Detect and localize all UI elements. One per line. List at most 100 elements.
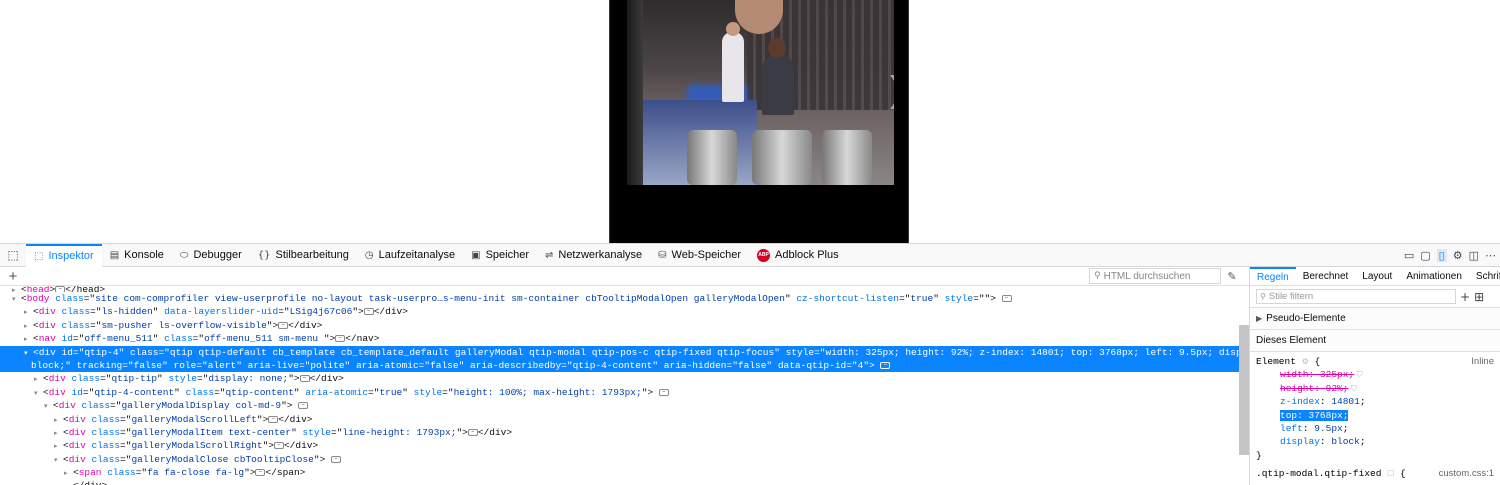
expand-toggle-icon[interactable]: ▾: [34, 387, 43, 399]
sidebar-tab-berechnet[interactable]: Berechnet: [1296, 267, 1356, 286]
markup-node-line[interactable]: ▸ <div class="qtip-tip" style="display: n…: [0, 372, 1249, 385]
markup-node-line[interactable]: ▾ <body class="site com-comprofiler view-…: [0, 292, 1249, 305]
declaration-text[interactable]: top: 3768px;: [1280, 409, 1349, 421]
rule-checkbox-icon[interactable]: ☐: [1387, 469, 1394, 478]
sidebar-tab-schriftarten[interactable]: Schriftarten: [1469, 267, 1500, 286]
collapsed-content-icon[interactable]: ⋯: [335, 335, 346, 343]
expand-toggle-icon[interactable]: ▸: [24, 333, 33, 345]
declaration-text[interactable]: z-index: 14801;: [1280, 396, 1366, 407]
gallery-next-arrow-icon[interactable]: ❯: [885, 70, 894, 110]
filter-search-icon: ⚲: [1260, 292, 1266, 301]
overridden-filter-icon[interactable]: ⛉: [1348, 384, 1357, 393]
quote: ": [293, 386, 300, 398]
tag-name: div: [48, 373, 66, 385]
collapsed-content-icon[interactable]: ⋯: [278, 321, 289, 329]
tab-label: Laufzeitanalyse: [378, 249, 456, 261]
markup-node-line-wrap[interactable]: block;" tracking="false" role="alert" ar…: [0, 358, 1249, 373]
declaration-text[interactable]: height: 92%;: [1280, 383, 1348, 394]
event-badge-icon[interactable]: ⋯: [658, 388, 669, 396]
collapsed-content-icon[interactable]: ⋯: [363, 308, 374, 316]
expand-toggle-icon[interactable]: ▸: [54, 440, 63, 452]
frame-select-icon[interactable]: ▢: [1420, 249, 1430, 262]
markup-node-line[interactable]: ▸ <div class="galleryModalScrollRight"> ⋯ <…: [0, 439, 1249, 452]
settings-gear-icon[interactable]: ⚙: [1453, 249, 1463, 262]
pseudo-elements-toggle[interactable]: ▶ Pseudo-Elemente: [1250, 308, 1500, 330]
markup-node-line[interactable]: ▸ <div class="ls-hidden" data-layerslider…: [0, 305, 1249, 318]
tab-label: Adblock Plus: [775, 249, 839, 261]
expand-toggle-icon[interactable]: ▸: [64, 467, 73, 479]
css-declaration[interactable]: left: 9.5px;: [1256, 422, 1494, 435]
element-picker-icon[interactable]: ⬚: [0, 243, 26, 267]
css-declaration[interactable]: top: 3768px;: [1256, 409, 1494, 422]
expand-toggle-icon[interactable]: ▸: [34, 373, 43, 385]
expand-toggle-icon[interactable]: ▸: [24, 320, 33, 332]
devtools-tab-speicher[interactable]: ▣ Speicher: [463, 244, 537, 267]
event-badge-icon[interactable]: ⋯: [1001, 294, 1012, 302]
next-rule-source[interactable]: custom.css:1: [1439, 467, 1494, 480]
expand-toggle-icon[interactable]: ▸: [54, 414, 63, 426]
html-search-input[interactable]: ⚲ HTML durchsuchen: [1089, 268, 1221, 284]
markup-node-line[interactable]: ▾ <div id="qtip-4" class="qtip qtip-defau…: [0, 345, 1249, 359]
devtools-tab-web-speicher[interactable]: ⛁ Web-Speicher: [650, 244, 749, 267]
collapsed-content-icon[interactable]: ⋯: [299, 375, 310, 383]
responsive-mode-icon[interactable]: ▯: [1436, 248, 1447, 262]
declaration-text[interactable]: display: block;: [1280, 436, 1366, 447]
add-node-icon[interactable]: +: [0, 268, 26, 285]
markup-node-line[interactable]: ▾ <div class="galleryModalDisplay col-md-…: [0, 399, 1249, 412]
markup-node-line[interactable]: ▸ <div class="galleryModalItem text-cente…: [0, 426, 1249, 439]
collapsed-content-icon[interactable]: ⋯: [268, 415, 279, 423]
sidebar-tab-layout[interactable]: Layout: [1355, 267, 1399, 286]
markup-node-line[interactable]: ▸ <div class="galleryModalScrollLeft"> ⋯ </…: [0, 413, 1249, 426]
sidebar-tab-animationen[interactable]: Animationen: [1399, 267, 1469, 286]
more-options-icon[interactable]: ⋯: [1485, 249, 1496, 262]
collapsed-content-icon[interactable]: ⋯: [467, 428, 478, 436]
devtools-tab-stilbearbeitung[interactable]: {} Stilbearbeitung: [250, 244, 357, 267]
expand-toggle-icon[interactable]: ▾: [44, 400, 53, 412]
devtools-tab-debugger[interactable]: ⬭ Debugger: [172, 244, 250, 267]
expand-toggle-icon[interactable]: ▾: [54, 454, 63, 466]
expand-toggle-icon[interactable]: ▾: [24, 347, 33, 359]
event-badge-icon[interactable]: ⋯: [880, 361, 891, 369]
eyedropper-icon[interactable]: ✎: [1221, 270, 1243, 283]
toggle-pseudo-class-icon[interactable]: ⊞: [1474, 290, 1484, 304]
event-badge-icon[interactable]: ⋯: [298, 402, 309, 410]
declaration-text[interactable]: left: 9.5px;: [1280, 423, 1348, 434]
split-console-icon[interactable]: ▭: [1404, 249, 1414, 262]
css-declaration[interactable]: width: 325px; ⛉: [1256, 368, 1494, 381]
dock-side-icon[interactable]: ◫: [1469, 249, 1479, 262]
expand-toggle-icon[interactable]: ▾: [12, 293, 21, 305]
devtools-tab-netzwerkanalyse[interactable]: ⇌ Netzwerkanalyse: [537, 244, 650, 267]
css-declaration[interactable]: z-index: 14801;: [1256, 395, 1494, 408]
devtools-tab-adblock-plus[interactable]: ABP Adblock Plus: [749, 244, 847, 267]
rule-gear-icon[interactable]: ⚙: [1302, 357, 1309, 366]
inspector-icon: ⬚: [34, 250, 44, 262]
devtools-tab-inspektor[interactable]: ⬚ Inspektor: [26, 243, 102, 267]
expand-toggle-icon[interactable]: ▸: [24, 306, 33, 318]
event-badge-icon[interactable]: ⋯: [330, 455, 341, 463]
closing-tag: </div>: [283, 440, 319, 452]
equals: =": [196, 373, 209, 385]
declaration-text[interactable]: width: 325px;: [1280, 369, 1354, 380]
sidebar-tab-regeln[interactable]: Regeln: [1250, 267, 1296, 286]
equals: =": [120, 413, 132, 425]
style-filter-input[interactable]: ⚲ Stile filtern: [1256, 289, 1456, 304]
expand-toggle-icon[interactable]: ▸: [54, 427, 63, 439]
gallery-modal: ❯: [609, 0, 909, 243]
devtools-tab-konsole[interactable]: ▤ Konsole: [102, 244, 172, 267]
add-rule-icon[interactable]: +: [1460, 290, 1470, 304]
markup-node-line[interactable]: ▾ <div class="galleryModalClose cbTooltip…: [0, 453, 1249, 466]
markup-node-line[interactable]: ▸ <span class="fa fa-close fa-lg"> ⋯ </span…: [0, 466, 1249, 479]
collapsed-content-icon[interactable]: ⋯: [255, 469, 266, 477]
markup-node-line[interactable]: </div>: [0, 479, 1249, 485]
markup-node-line[interactable]: ▾ <div id="qtip-4-content" class="qtip-co…: [0, 386, 1249, 399]
collapsed-content-icon[interactable]: ⋯: [273, 442, 284, 450]
markup-node-line[interactable]: ▸ <nav id="off-menu_511" class="off-menu_…: [0, 332, 1249, 345]
overridden-filter-icon[interactable]: ⛉: [1354, 370, 1363, 379]
devtools-tab-laufzeitanalyse[interactable]: ◷ Laufzeitanalyse: [357, 244, 463, 267]
css-declaration[interactable]: display: block;: [1256, 435, 1494, 448]
attr-value: line-height: 1793px;: [342, 426, 457, 438]
css-declaration[interactable]: height: 92%; ⛉: [1256, 382, 1494, 395]
markup-scrollbar[interactable]: [1239, 325, 1249, 455]
attr-name: style: [944, 293, 974, 304]
markup-node-line[interactable]: ▸ <div class="sm-pusher ls-overflow-visib…: [0, 319, 1249, 332]
